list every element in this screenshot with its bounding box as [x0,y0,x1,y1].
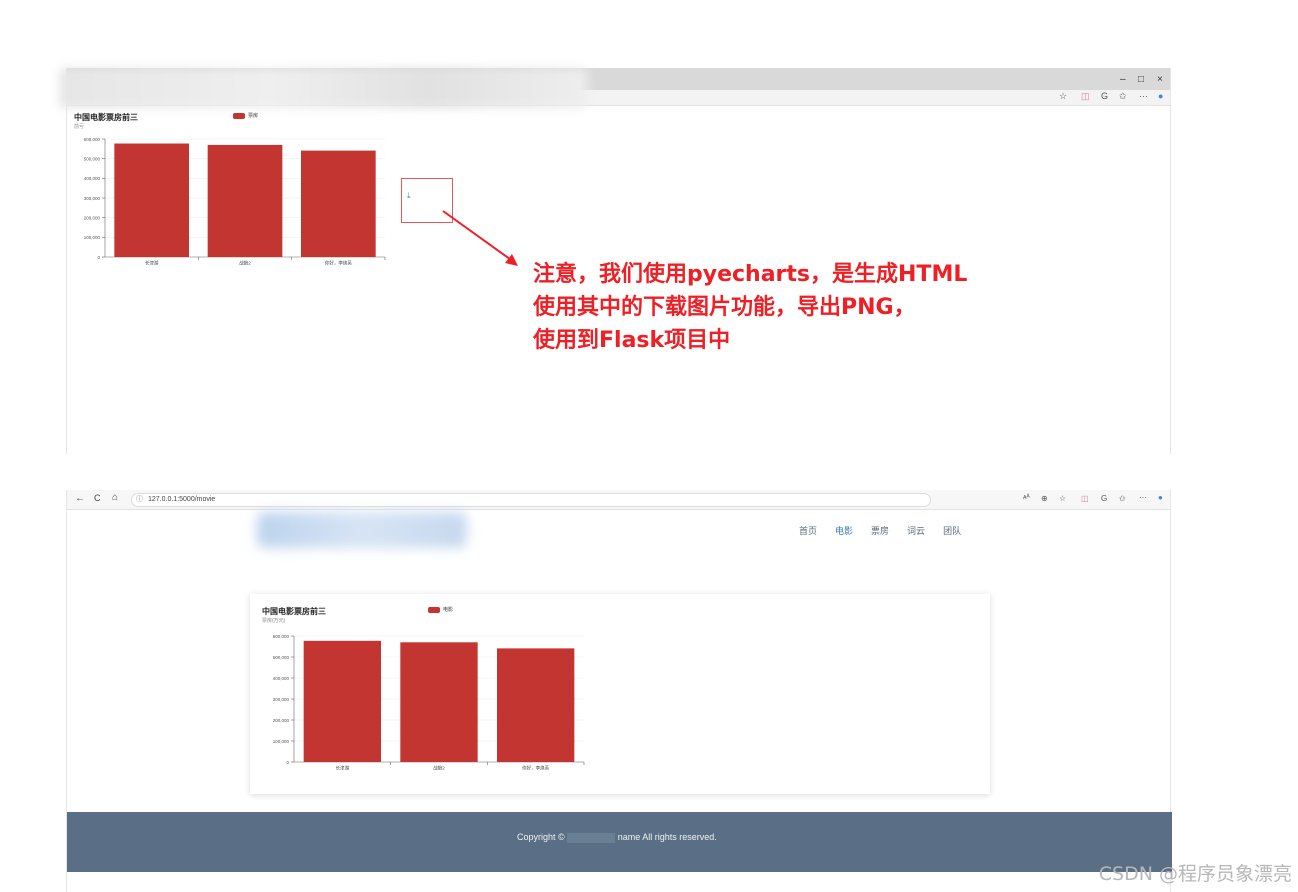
y-tick-label: 600,000 [84,137,101,142]
extension-g-icon[interactable]: G [1101,91,1108,101]
site-nav: 首页 电影 票房 词云 团队 [799,524,961,537]
x-tick-label: 战狼2 [239,260,251,267]
x-tick-label: 战狼2 [433,765,445,772]
footer-text-after: name All rights reserved. [617,832,717,842]
x-tick-label: 长津湖 [336,765,350,772]
favorites-bar-icon[interactable]: ✩ [1119,494,1126,503]
x-tick-label: 你好，李焕英 [325,260,352,267]
address-bar[interactable]: ⓘ 127.0.0.1:5000/movie [131,493,931,507]
y-tick-label: 500,000 [84,156,101,161]
screenshot-stage: – □ × ☆ ◫ G ✩ ··· ● 中国电影票房前三 前亏 票房 0 100,… [0,0,1298,892]
zoom-icon[interactable]: ⊕ [1041,494,1048,503]
y-tick-label: 200,000 [273,718,290,723]
csdn-watermark: CSDN @程序员象漂亮 [1098,863,1292,885]
home-button[interactable]: ⌂ [112,492,118,503]
annotation-line-3: 使用到Flask项目中 [533,328,731,353]
blurred-site-logo [257,512,467,548]
legend-swatch [233,112,245,119]
nav-team[interactable]: 团队 [943,524,961,537]
y-tick-label: 600,000 [273,634,290,639]
annotation-line-2: 使用其中的下载图片功能，导出PNG， [533,295,916,320]
nav-word-cloud[interactable]: 词云 [907,524,925,537]
chart1-svg: 0 100,000 200,000 300,000 400,000 500,000 600,… [84,137,386,267]
address-text: 127.0.0.1:5000/movie [148,496,216,503]
site-footer: Copyright © name All rights reserved. [67,812,1172,872]
copilot-icon[interactable]: ● [1158,493,1163,502]
bar [497,648,575,762]
y-tick-label: 200,000 [84,215,101,220]
bottom-browser-window: ← C ⌂ ⓘ 127.0.0.1:5000/movie ᴀᴬ ⊕ ☆ ◫ G … [66,490,1172,892]
collection-icon[interactable]: ◫ [1081,91,1090,102]
more-icon[interactable]: ··· [1139,91,1148,101]
footer-text-before: Copyright © [517,832,565,842]
y-tick-label: 500,000 [273,655,290,660]
info-icon[interactable]: ⓘ [136,494,143,506]
copilot-icon[interactable]: ● [1158,91,1163,101]
read-aloud-icon[interactable]: ᴀᴬ [1023,494,1030,501]
y-tick-label: 300,000 [273,697,290,702]
arrow-line [442,210,515,263]
bar [114,143,189,257]
x-tick-label: 长津湖 [145,260,159,267]
more-icon[interactable]: ··· [1139,493,1147,502]
chart1-title: 中国电影票房前三 [74,113,138,122]
y-tick-label: 100,000 [84,235,101,240]
close-button[interactable]: × [1157,74,1163,85]
favorites-bar-icon[interactable]: ✩ [1119,91,1127,102]
nav-home[interactable]: 首页 [799,524,817,537]
annotation-line-1: 注意，我们使用pyecharts，是生成HTML [533,262,968,287]
x-tick-label: 你好，李焕英 [522,765,549,772]
favorite-icon[interactable]: ☆ [1059,91,1067,102]
maximize-button[interactable]: □ [1138,74,1144,85]
collection-icon[interactable]: ◫ [1081,494,1089,503]
bar [207,144,283,257]
y-tick-label: 300,000 [84,196,101,201]
nav-box-office[interactable]: 票房 [871,524,889,537]
chart1-legend[interactable]: 票房 [233,112,258,119]
y-tick-label: 400,000 [273,676,290,681]
chart2-legend[interactable]: 电影 [428,606,453,613]
bar [301,150,376,257]
bar [303,640,381,762]
bar [400,642,478,762]
back-button[interactable]: ← [75,493,85,504]
y-tick-label: 0 [286,760,289,765]
annotation-text: 注意，我们使用pyecharts，是生成HTML 使用其中的下载图片功能，导出P… [533,258,967,357]
y-tick-label: 400,000 [84,176,101,181]
reload-button[interactable]: C [94,493,101,503]
extension-g-icon[interactable]: G [1101,494,1107,503]
y-tick-label: 0 [97,255,100,260]
legend-label: 电影 [443,607,454,613]
annotation-arrow [442,210,518,266]
minimize-button[interactable]: – [1120,74,1126,85]
y-tick-label: 100,000 [273,739,290,744]
browser-toolbar: ← C ⌂ ⓘ 127.0.0.1:5000/movie ᴀᴬ ⊕ ☆ ◫ G … [67,490,1170,510]
legend-swatch [428,606,440,613]
legend-label: 票房 [248,113,259,119]
blurred-tabs [59,68,587,108]
chart-card: 中国电影票房前三 票房(万元) 电影 0 100,000 200,000 300,00… [250,594,990,794]
redacted-name [567,832,616,843]
nav-movie[interactable]: 电影 [835,524,853,537]
chart2-title: 中国电影票房前三 [262,607,326,616]
favorite-icon[interactable]: ☆ [1059,494,1066,503]
download-image-icon[interactable]: ⤓ [407,191,411,201]
footer-copyright: Copyright © name All rights reserved. [517,832,717,843]
chart2-svg: 0 100,000 200,000 300,000 400,000 500,000 600,… [273,634,585,772]
